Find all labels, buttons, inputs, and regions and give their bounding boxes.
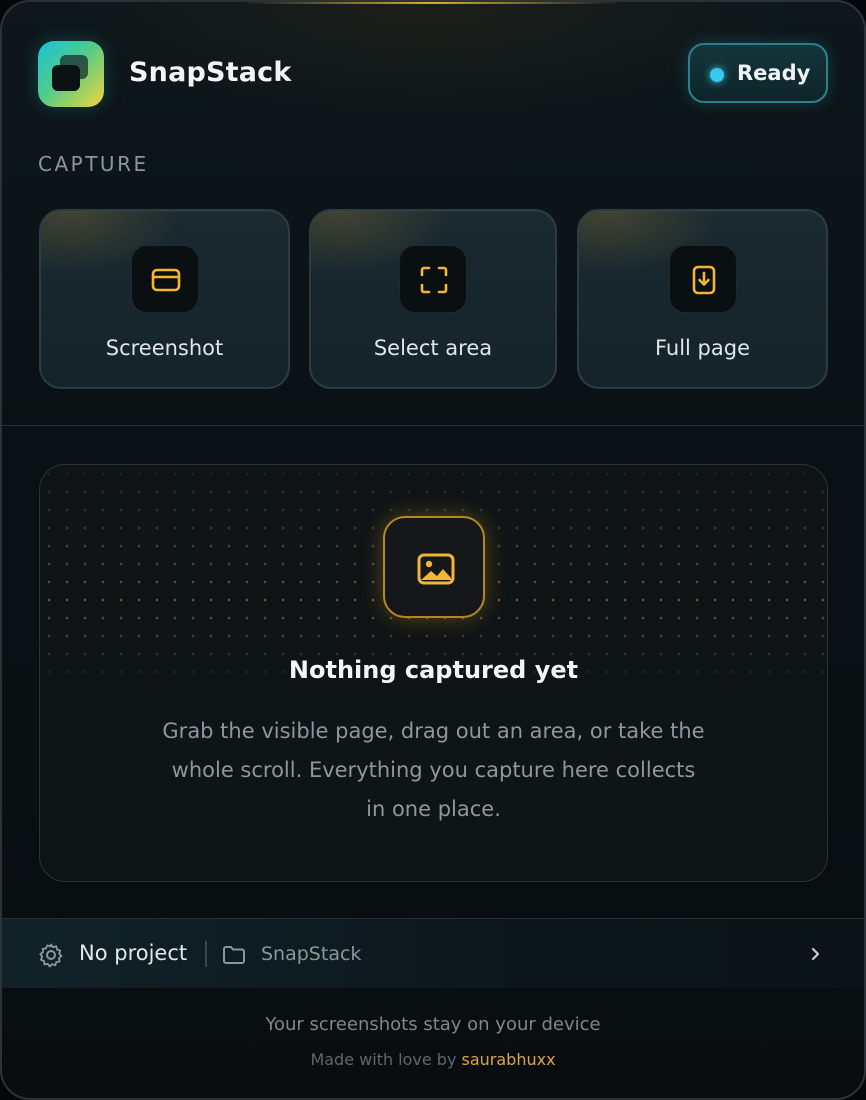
screenshot-label: Screenshot: [105, 336, 224, 360]
full-page-button[interactable]: Full page: [577, 209, 828, 389]
status-dot-icon: [710, 68, 724, 82]
folder-label: SnapStack: [261, 943, 362, 965]
select-area-label: Select area: [373, 336, 493, 360]
select-area-button[interactable]: Select area: [309, 209, 557, 389]
empty-state-title: Nothing captured yet: [288, 656, 579, 684]
chevron-right-icon[interactable]: [807, 944, 825, 964]
privacy-note: Your screenshots stay on your device: [265, 1014, 601, 1035]
project-selector[interactable]: No project: [79, 941, 187, 965]
project-bar[interactable]: No project SnapStack: [2, 918, 864, 988]
capture-section-label: CAPTURE: [38, 152, 149, 176]
empty-state-description: Grab the visible page, drag out an area,…: [162, 719, 705, 821]
screenshot-button[interactable]: Screenshot: [39, 209, 290, 389]
image-icon: [417, 553, 455, 585]
select-area-icon-box: [399, 245, 467, 313]
status-label: Ready: [737, 61, 811, 85]
screenshot-icon-box: [130, 245, 199, 313]
empty-state-icon-box: [383, 516, 485, 618]
status-badge: Ready: [688, 43, 828, 103]
full-page-icon-box: [668, 245, 737, 313]
gear-icon[interactable]: [38, 942, 64, 968]
made-with-prefix: Made with love by: [310, 1050, 457, 1069]
section-divider: [2, 425, 864, 426]
made-with-credit: Made with love by saurabhuxx: [2, 1050, 864, 1069]
folder-icon: [223, 946, 245, 964]
window-icon: [151, 268, 180, 292]
logo-front-square: [52, 65, 80, 91]
full-page-label: Full page: [654, 336, 751, 360]
app-logo: [38, 41, 104, 107]
captures-empty-state: Nothing captured yet Grab the visible pa…: [39, 464, 828, 882]
select-area-icon: [420, 266, 448, 294]
popup-window: SnapStack Ready CAPTURE Screenshot Selec…: [0, 0, 866, 1100]
full-page-download-icon: [692, 265, 715, 295]
app-title: SnapStack: [129, 57, 292, 88]
footer-separator: [205, 941, 207, 967]
author-link[interactable]: saurabhuxx: [462, 1050, 556, 1069]
